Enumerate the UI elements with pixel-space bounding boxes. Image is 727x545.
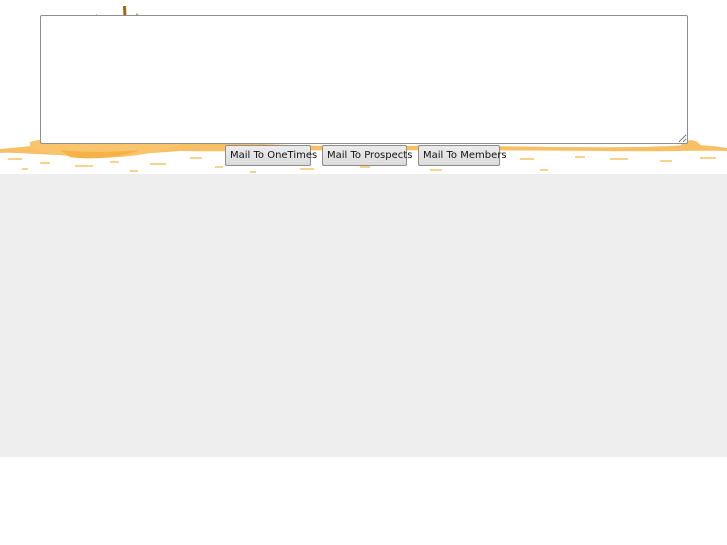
- page: Mail To OneTimes Mail To Prospects Mail …: [0, 0, 727, 545]
- mail-to-members-button[interactable]: Mail To Members: [418, 145, 507, 166]
- mail-button-row: Mail To OneTimes Mail To Prospects Mail …: [0, 145, 727, 167]
- mail-to-prospects-button[interactable]: Mail To Prospects: [322, 145, 412, 166]
- content-panel: [0, 174, 727, 457]
- mail-to-onetimes-button[interactable]: Mail To OneTimes: [225, 145, 317, 166]
- message-textarea[interactable]: [40, 15, 688, 144]
